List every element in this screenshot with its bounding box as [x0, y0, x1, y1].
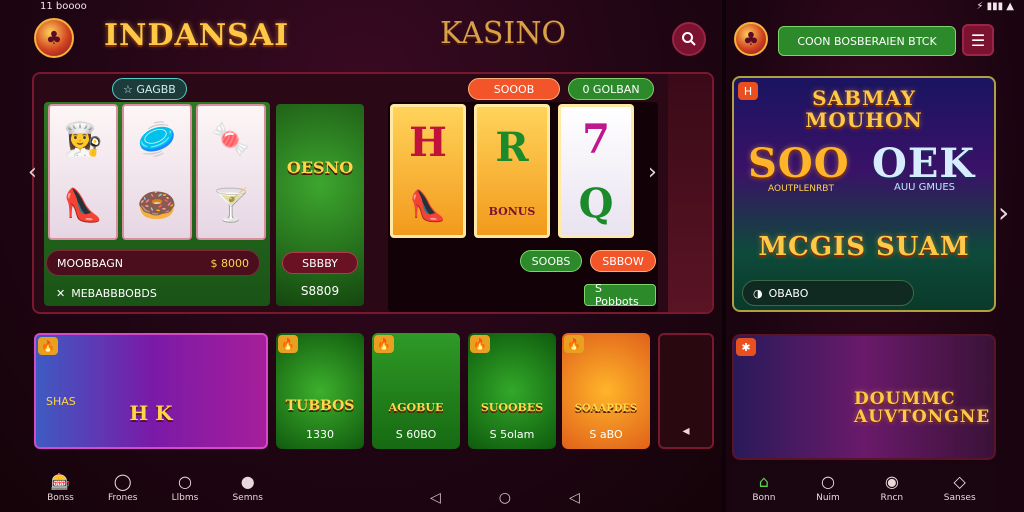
center-pill[interactable]: SBBBY: [282, 252, 358, 274]
featured-games-panel: ☆ GAGBB 👩‍🍳 👠 🥏 🍩 🍬 🍸 MOOBBAGN $ 8000 ✕ MEBA…: [32, 72, 714, 314]
next-arrow-icon[interactable]: ›: [998, 196, 1009, 229]
nav-more[interactable]: ◇ Sanses: [944, 471, 976, 503]
left-phone-screen: 11 boooo ♣ INDANSAI KASINO ☆ GAGBB 👩‍🍳 👠 …: [0, 0, 722, 512]
profile-icon: ◉: [884, 471, 899, 491]
chip-logo-icon[interactable]: ♣: [734, 22, 768, 56]
tag-gold[interactable]: 0 GOLBAN: [568, 78, 654, 100]
game-thumb-5[interactable]: 🔥 SOAAPDES S aBO: [562, 333, 650, 449]
nav-promos[interactable]: ◯ Frones: [108, 471, 137, 503]
promo-banner-2[interactable]: ✱ DOUMMC AUVTONGNE: [732, 334, 996, 460]
slot-reel-2: R BONUS: [474, 104, 550, 238]
nav-search[interactable]: ○ Llbms: [172, 471, 199, 503]
bottom-nav: 🎰 Bonss ◯ Frones ○ Llbms ● Semns: [30, 464, 280, 512]
spin-label-button[interactable]: SOOBS: [520, 250, 582, 272]
status-time: 11 boooo: [40, 0, 87, 12]
search-icon: ○: [177, 471, 192, 491]
game-thumb-3[interactable]: 🔥 AGOBUE S 60BO: [372, 333, 460, 449]
center-game-card[interactable]: OESNO SBBBY S8809: [276, 104, 364, 306]
menu-icon: ☰: [970, 30, 986, 50]
menu-button[interactable]: ☰: [962, 24, 994, 56]
search-button[interactable]: [672, 22, 706, 56]
search-icon: [682, 32, 696, 46]
reel-1: 👩‍🍳 👠: [48, 104, 118, 240]
flame-badge-icon: 🔥: [564, 335, 584, 353]
status-bar: 11 boooo: [40, 0, 87, 12]
promo-footer: ◑ OBABO: [742, 280, 914, 306]
brand-title: INDANSAI: [104, 18, 290, 53]
search-icon: ○: [820, 471, 835, 491]
nav-home[interactable]: ⌂ Bonn: [752, 471, 775, 503]
home-icon: ⌂: [758, 471, 769, 491]
nav-search[interactable]: ○ Nuim: [816, 471, 840, 503]
featured-tag[interactable]: ☆ GAGBB: [112, 78, 187, 100]
gem-icon: ◇: [953, 471, 966, 491]
hot-badge-icon: ✱: [736, 338, 756, 356]
bottom-nav-right: ⌂ Bonn ○ Nuim ◉ Rncn ◇ Sanses: [732, 464, 996, 512]
slot-reel-3: 7Q: [558, 104, 634, 238]
reel-3: 🍬 🍸: [196, 104, 266, 240]
profile-icon: ●: [240, 471, 255, 491]
register-button[interactable]: COON BOSBERAIEN BTCK: [778, 26, 956, 56]
flame-icon: ◯: [113, 471, 132, 491]
slot-reel-1: H 👠: [390, 104, 466, 238]
casino-backdrop: [668, 74, 712, 312]
game-thumb-2[interactable]: 🔥 TUBBOS 1330: [276, 333, 364, 449]
nav-profile[interactable]: ◉ Rncn: [880, 471, 903, 503]
game-thumb-4[interactable]: 🔥 SUOOBES S 5olam: [468, 333, 556, 449]
right-phone-screen: ⚡ ▮▮▮ ▲ ♣ COON BOSBERAIEN BTCK ☰ H SABMA…: [726, 0, 1024, 512]
game-thumb-1[interactable]: 🔥 H K SHAS: [34, 333, 268, 449]
prev-arrow-icon[interactable]: ‹: [28, 160, 37, 185]
chip-logo-icon[interactable]: ♣: [34, 18, 74, 58]
nav-home[interactable]: 🎰 Bonss: [47, 471, 74, 503]
tag-hot[interactable]: SOOOB: [468, 78, 560, 100]
balance-bar: ✕ MEBABBBOBDS: [56, 286, 157, 300]
bet-bar[interactable]: MOOBBAGN $ 8000: [46, 250, 260, 276]
home-icon: 🎰: [50, 471, 71, 491]
recents-icon[interactable]: ◁: [569, 490, 580, 506]
back-icon[interactable]: ◁: [430, 490, 441, 506]
flame-badge-icon: 🔥: [470, 335, 490, 353]
reel-2: 🥏 🍩: [122, 104, 192, 240]
paytable-button[interactable]: S Pobbots: [584, 282, 656, 308]
status-icons: ⚡ ▮▮▮ ▲: [976, 0, 1014, 12]
flame-badge-icon: 🔥: [374, 335, 394, 353]
game-thumb-6[interactable]: ◂: [658, 333, 714, 449]
system-nav: ◁ ○ ◁: [430, 490, 580, 506]
spin-button[interactable]: SBBOW: [590, 250, 656, 272]
promo-banner[interactable]: H SABMAY MOUHON SOO OEK AOUTPLENRBT AUU …: [732, 76, 996, 312]
back-arrow-icon: ◂: [682, 423, 690, 439]
nav-profile[interactable]: ● Semns: [232, 471, 262, 503]
flame-badge-icon: 🔥: [38, 337, 58, 355]
home-circle-icon[interactable]: ○: [499, 490, 511, 506]
page-title: KASINO: [440, 16, 567, 51]
flame-badge-icon: 🔥: [278, 335, 298, 353]
next-arrow-icon[interactable]: ›: [648, 160, 657, 185]
